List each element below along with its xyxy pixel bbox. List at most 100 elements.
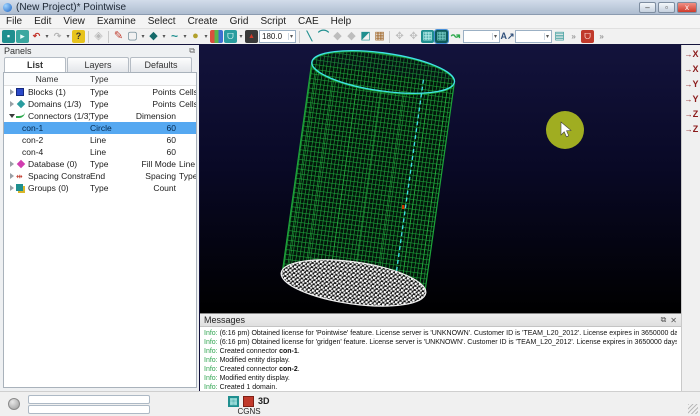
status-led-icon bbox=[8, 398, 20, 410]
cylinder-mesh-scene bbox=[200, 45, 681, 313]
tree-row-blocks[interactable]: Blocks (1) Type Points Cells bbox=[4, 86, 196, 98]
cube-dropdown-icon[interactable]: ▾ bbox=[140, 33, 146, 40]
tree-row-groups[interactable]: Groups (0) Type Count bbox=[4, 182, 196, 194]
sphere-dropdown-icon[interactable]: ▾ bbox=[203, 33, 209, 40]
menu-bar: File Edit View Examine Select Create Gri… bbox=[0, 15, 700, 29]
menu-select[interactable]: Select bbox=[142, 15, 182, 29]
messages-close-icon[interactable]: ✕ bbox=[670, 316, 677, 325]
redo-dropdown-icon[interactable]: ▾ bbox=[65, 33, 71, 40]
diamond-disabled-icon[interactable] bbox=[331, 30, 344, 43]
view-minus-y-button[interactable]: Y bbox=[683, 92, 700, 106]
paintbrush-icon[interactable] bbox=[112, 30, 125, 43]
status-bar: ▦ 3D CGNS bbox=[0, 391, 700, 416]
column-name[interactable]: Name bbox=[4, 74, 90, 84]
entity-list: Name Type Blocks (1) Type Points Cells D… bbox=[3, 72, 197, 388]
messages-log[interactable]: Info: (6:16 pm) Obtained license for 'Po… bbox=[200, 327, 681, 394]
resize-grip[interactable] bbox=[688, 404, 698, 414]
tree-row-con-2[interactable]: con-2 Line 60 bbox=[4, 134, 196, 146]
grab-disabled-icon[interactable] bbox=[393, 30, 406, 43]
tree-row-con-4[interactable]: con-4 Line 60 bbox=[4, 146, 196, 158]
tab-list[interactable]: List bbox=[4, 57, 66, 72]
panel-float-icon[interactable]: ⧉ bbox=[189, 46, 195, 56]
dimension-combo[interactable]: ▾ bbox=[515, 30, 552, 43]
mesh-type-icon[interactable]: ▦ bbox=[228, 396, 239, 407]
menu-file[interactable]: File bbox=[0, 15, 28, 29]
expander-icon[interactable] bbox=[8, 185, 16, 191]
dimension-icon[interactable] bbox=[501, 30, 514, 43]
menu-create[interactable]: Create bbox=[182, 15, 224, 29]
connector-curve-icon[interactable] bbox=[168, 30, 181, 43]
view-plus-z-button[interactable]: Z bbox=[683, 107, 700, 121]
menu-edit[interactable]: Edit bbox=[28, 15, 57, 29]
tree-row-con-1[interactable]: con-1 Circle 60 bbox=[4, 122, 196, 134]
assemble-block-icon[interactable] bbox=[373, 30, 386, 43]
curve-dropdown-icon[interactable]: ▾ bbox=[182, 33, 188, 40]
cube-outline-icon[interactable] bbox=[126, 30, 139, 43]
overflow-chevron-icon[interactable] bbox=[567, 30, 580, 43]
view-plus-x-button[interactable]: X bbox=[683, 47, 700, 61]
menu-cae[interactable]: CAE bbox=[292, 15, 325, 29]
display-style-icon[interactable] bbox=[210, 30, 223, 43]
mask-red-icon[interactable] bbox=[581, 30, 594, 43]
save-icon[interactable] bbox=[2, 30, 15, 43]
menu-script[interactable]: Script bbox=[254, 15, 292, 29]
maximize-button[interactable]: ▫ bbox=[658, 2, 675, 13]
solver-label: CGNS bbox=[224, 407, 274, 416]
menu-view[interactable]: View bbox=[57, 15, 91, 29]
two-point-line-icon[interactable] bbox=[303, 30, 316, 43]
minimize-button[interactable]: – bbox=[639, 2, 656, 13]
title-bar[interactable]: (New Project)* Pointwise – ▫ x bbox=[0, 0, 700, 15]
open-icon[interactable] bbox=[16, 30, 29, 43]
expander-icon[interactable] bbox=[8, 114, 16, 118]
connector-green-icon[interactable] bbox=[449, 30, 462, 43]
solver-cube-icon[interactable] bbox=[243, 396, 254, 407]
expander-icon[interactable] bbox=[8, 173, 16, 179]
tree-row-database[interactable]: Database (0) Type Fill Mode Line ... bbox=[4, 158, 196, 170]
diamond-disabled-icon[interactable] bbox=[345, 30, 358, 43]
display-viewport[interactable] bbox=[200, 45, 681, 313]
diamond-dropdown-icon[interactable]: ▾ bbox=[161, 33, 167, 40]
angle-combo[interactable]: 180.0▾ bbox=[259, 30, 296, 43]
status-field-2[interactable] bbox=[28, 405, 150, 414]
assemble-domain-icon[interactable] bbox=[359, 30, 372, 43]
expander-icon[interactable] bbox=[8, 101, 16, 107]
diamond-icon[interactable] bbox=[147, 30, 160, 43]
tab-defaults[interactable]: Defaults bbox=[130, 57, 192, 72]
menu-help[interactable]: Help bbox=[325, 15, 358, 29]
connector-combo[interactable]: ▾ bbox=[463, 30, 500, 43]
undo-icon[interactable] bbox=[30, 30, 43, 43]
view-minus-z-button[interactable]: Z bbox=[683, 122, 700, 136]
messages-panel: Messages ⧉ ✕ Info: (6:16 pm) Obtained li… bbox=[200, 313, 681, 391]
menu-grid[interactable]: Grid bbox=[224, 15, 255, 29]
tree-row-domains[interactable]: Domains (1/3) Type Points Cells bbox=[4, 98, 196, 110]
structured-mesh-icon[interactable] bbox=[421, 30, 434, 43]
expander-icon[interactable] bbox=[8, 161, 16, 167]
help-icon[interactable] bbox=[72, 30, 85, 43]
unstructured-mesh-icon[interactable] bbox=[435, 30, 448, 43]
view-plus-y-button[interactable]: Y bbox=[683, 77, 700, 91]
sphere-icon[interactable] bbox=[189, 30, 202, 43]
tree-row-spacing-constraints[interactable]: ⇹Spacing Constrai... End Spacing Type bbox=[4, 170, 196, 182]
close-button[interactable]: x bbox=[677, 2, 697, 13]
status-field-1[interactable] bbox=[28, 395, 150, 404]
layers-stack-icon[interactable] bbox=[553, 30, 566, 43]
messages-float-icon[interactable]: ⧉ bbox=[661, 315, 667, 325]
menu-examine[interactable]: Examine bbox=[91, 15, 142, 29]
tab-layers[interactable]: Layers bbox=[67, 57, 129, 72]
overflow-chevron-icon[interactable] bbox=[595, 30, 608, 43]
undo-dropdown-icon[interactable]: ▾ bbox=[44, 33, 50, 40]
redo-icon[interactable] bbox=[51, 30, 64, 43]
rotate-point-icon[interactable] bbox=[245, 30, 258, 43]
tree-row-connectors[interactable]: Connectors (1/3) Type Dimension bbox=[4, 110, 196, 122]
mask-dropdown-icon[interactable]: ▾ bbox=[238, 33, 244, 40]
expander-icon[interactable] bbox=[8, 89, 16, 95]
light-icon[interactable] bbox=[92, 30, 105, 43]
groups-icon bbox=[16, 184, 26, 193]
mask-icon[interactable] bbox=[224, 30, 237, 43]
draw-curve-icon[interactable] bbox=[317, 30, 330, 43]
column-type[interactable]: Type bbox=[90, 74, 126, 84]
view-minus-x-button[interactable]: X bbox=[683, 62, 700, 76]
grab-disabled-icon[interactable] bbox=[407, 30, 420, 43]
view-toolbar: X X Y Y Z Z bbox=[681, 45, 700, 391]
log-line: Info: Modified entity display. bbox=[204, 356, 677, 365]
